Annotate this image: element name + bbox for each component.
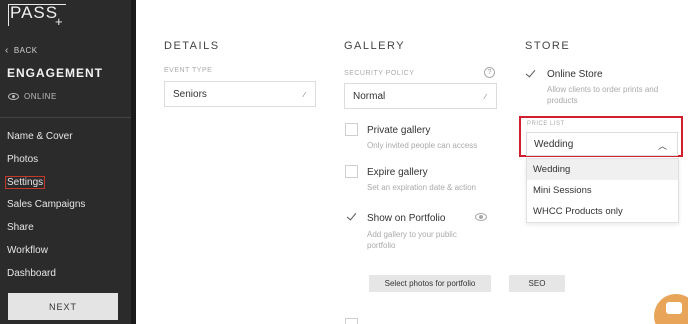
gallery-heading: GALLERY (344, 40, 406, 52)
price-list-value: Wedding (534, 138, 574, 150)
show-on-portfolio-checkbox[interactable] (345, 210, 358, 223)
sidebar-item-label: Name & Cover (7, 131, 73, 142)
online-store-checkbox[interactable] (524, 67, 537, 80)
sidebar-item-dashboard[interactable]: Dashboard (7, 267, 85, 290)
event-type-select[interactable]: Seniors ⁄ (164, 81, 316, 107)
sidebar-item-label: Sales Campaigns (7, 199, 86, 211)
sidebar-item-settings[interactable]: Settings (5, 175, 85, 199)
sidebar-item-label: Share (7, 222, 34, 234)
private-gallery-desc: Only invited people can access (367, 141, 478, 150)
sidebar-item-label: Photos (7, 153, 39, 165)
details-heading: DETAILS (164, 40, 220, 52)
sidebar-item-sales-campaigns[interactable]: Sales Campaigns (7, 198, 85, 221)
sidebar-item-workflow[interactable]: Workflow (7, 244, 85, 267)
dropdown-option-whcc[interactable]: WHCC Products only (527, 201, 678, 222)
sidebar-item-photos[interactable]: Photos (7, 153, 85, 176)
project-title: ENGAGEMENT (7, 66, 104, 80)
store-heading: STORE (525, 40, 571, 52)
seo-button[interactable]: SEO (509, 275, 565, 292)
sidebar-item-label: Workflow (7, 244, 48, 256)
chat-icon (666, 302, 682, 314)
sidebar-item-share[interactable]: Share (7, 221, 85, 244)
status-label: ONLINE (24, 92, 57, 101)
eye-icon (8, 93, 19, 100)
select-photos-button[interactable]: Select photos for portfolio (369, 275, 491, 292)
online-store-label: Online Store (547, 69, 603, 80)
check-icon (525, 67, 536, 78)
chevron-left-icon: ‹ (5, 45, 9, 56)
price-list-select[interactable]: Wedding ︿ (526, 132, 678, 156)
expire-gallery-desc: Set an expiration date & action (367, 183, 476, 192)
price-list-dropdown: Wedding Mini Sessions WHCC Products only (526, 158, 679, 223)
help-icon[interactable]: ? (484, 67, 495, 78)
check-icon (346, 210, 357, 221)
dropdown-option-wedding[interactable]: Wedding (527, 159, 678, 180)
back-label: BACK (13, 46, 38, 55)
price-list-label: PRICE LIST (527, 121, 565, 127)
private-gallery-label: Private gallery (367, 125, 431, 136)
security-policy-label: SECURITY POLICY (344, 70, 415, 77)
partial-checkbox[interactable] (345, 318, 358, 324)
next-button[interactable]: NEXT (8, 293, 118, 320)
event-type-label: EVENT TYPE (164, 67, 213, 74)
security-policy-select[interactable]: Normal ⁄ (344, 83, 497, 109)
dropdown-option-mini-sessions[interactable]: Mini Sessions (527, 180, 678, 201)
show-on-portfolio-label: Show on Portfolio (367, 213, 446, 224)
sidebar-nav: Name & Cover Photos Settings Sales Campa… (5, 130, 85, 290)
eye-icon[interactable] (475, 213, 487, 221)
show-on-portfolio-desc: Add gallery to your public portfolio (367, 230, 457, 250)
expire-gallery-checkbox[interactable] (345, 165, 358, 178)
sidebar-divider (0, 117, 131, 118)
sidebar-item-label: Settings (5, 175, 46, 189)
status-toggle[interactable]: ONLINE (8, 92, 57, 101)
expire-gallery-label: Expire gallery (367, 167, 428, 178)
private-gallery-checkbox[interactable] (345, 123, 358, 136)
logo-plus-icon: + (55, 14, 63, 29)
online-store-desc: Allow clients to order prints and produc… (547, 85, 659, 105)
sidebar-scrollbar[interactable] (131, 0, 136, 324)
edit-caret-icon: ⁄ (484, 94, 486, 101)
chevron-up-icon: ︿ (657, 141, 667, 151)
edit-caret-icon: ⁄ (303, 92, 305, 99)
security-policy-value: Normal (353, 90, 386, 102)
sidebar-item-label: Dashboard (7, 267, 56, 279)
logo-text: PASS (10, 3, 59, 22)
back-link[interactable]: ‹ BACK (5, 45, 38, 56)
sidebar-item-name-cover[interactable]: Name & Cover (7, 130, 85, 153)
event-type-value: Seniors (173, 88, 207, 100)
